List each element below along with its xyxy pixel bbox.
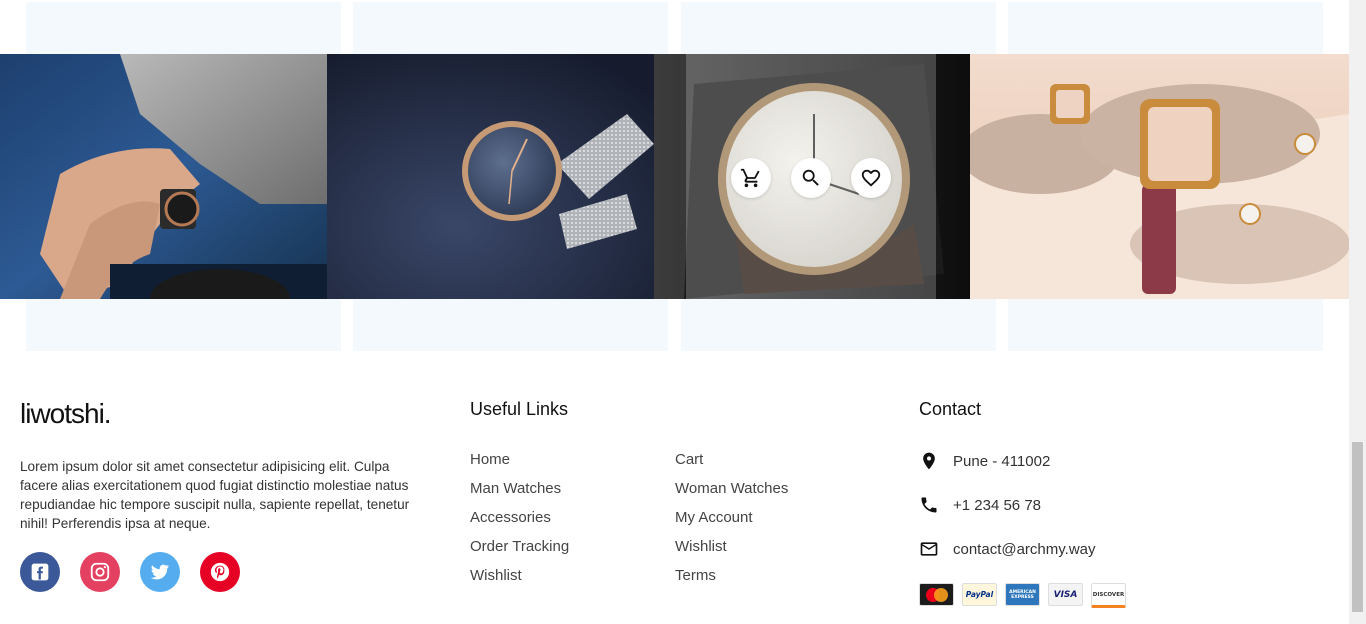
footer-link-accessories[interactable]: Accessories (470, 509, 551, 526)
footer-link-cart[interactable]: Cart (675, 451, 703, 468)
payment-methods: PayPal AMERICAN EXPRESS VISA DISCOVER (919, 583, 1126, 608)
location-pin-icon (923, 452, 935, 470)
footer-link-terms[interactable]: Terms (675, 567, 716, 584)
watch-on-wrist-photo[interactable] (0, 54, 327, 299)
watch-in-box-photo[interactable] (654, 54, 970, 299)
cart-icon (740, 168, 760, 188)
scrollbar-thumb[interactable] (1352, 442, 1363, 612)
instagram-icon (90, 562, 110, 582)
facebook-link[interactable] (20, 552, 60, 592)
paypal-icon: PayPal (962, 583, 997, 606)
add-to-cart-button[interactable] (731, 158, 771, 198)
footer-link-my-account[interactable]: My Account (675, 509, 753, 526)
product-card-bg (681, 299, 996, 351)
list-item: Wishlist (675, 537, 788, 566)
contact-phone: +1 234 56 78 (919, 495, 1041, 515)
twitter-icon (150, 564, 170, 580)
instagram-gallery (0, 54, 1349, 299)
list-item: Man Watches (470, 479, 569, 508)
product-card-bg (26, 299, 341, 351)
footer-link-order-tracking[interactable]: Order Tracking (470, 538, 569, 555)
useful-links-title: Useful Links (470, 399, 569, 419)
product-card-bg (1008, 2, 1323, 54)
footer-link-wishlist[interactable]: Wishlist (470, 567, 522, 584)
pinterest-icon (210, 562, 230, 582)
product-card-bg (353, 2, 668, 54)
useful-links-col2: Cart Woman Watches My Account Wishlist T… (675, 450, 788, 595)
mail-icon (920, 542, 938, 556)
twitter-link[interactable] (140, 552, 180, 592)
page-scrollbar[interactable] (1349, 0, 1366, 624)
silver-mesh-watch-photo[interactable] (327, 54, 654, 299)
contact-email: contact@archmy.way (919, 539, 1096, 559)
footer-link-home[interactable]: Home (470, 451, 510, 468)
heart-icon (861, 169, 881, 187)
rose-gold-watches-display-photo[interactable] (970, 54, 1349, 299)
useful-links-col1: Home Man Watches Accessories Order Track… (470, 450, 569, 595)
discover-icon: DISCOVER (1091, 583, 1126, 608)
list-item: Accessories (470, 508, 569, 537)
visa-icon: VISA (1048, 583, 1083, 606)
list-item: Terms (675, 566, 788, 595)
product-card-bg (681, 2, 996, 54)
phone-text[interactable]: +1 234 56 78 (953, 497, 1041, 514)
footer-link-wishlist-2[interactable]: Wishlist (675, 538, 727, 555)
contact-title: Contact (919, 399, 982, 419)
mastercard-icon (919, 583, 954, 606)
list-item: Cart (675, 450, 788, 479)
footer-link-woman-watches[interactable]: Woman Watches (675, 480, 788, 497)
product-card-bg (353, 299, 668, 351)
list-item: Home (470, 450, 569, 479)
pinterest-link[interactable] (200, 552, 240, 592)
search-icon (802, 169, 819, 186)
list-item: Wishlist (470, 566, 569, 595)
site-footer: liwotshi. Lorem ipsum dolor sit amet con… (0, 352, 1349, 624)
email-text[interactable]: contact@archmy.way (953, 541, 1096, 558)
list-item: Order Tracking (470, 537, 569, 566)
quick-view-button[interactable] (791, 158, 831, 198)
instagram-link[interactable] (80, 552, 120, 592)
add-to-wishlist-button[interactable] (851, 158, 891, 198)
amex-icon: AMERICAN EXPRESS (1005, 583, 1040, 606)
social-links (20, 552, 240, 592)
list-item: My Account (675, 508, 788, 537)
product-card-bg (26, 2, 341, 54)
facebook-icon (31, 563, 49, 581)
footer-link-man-watches[interactable]: Man Watches (470, 480, 561, 497)
address-text: Pune - 411002 (953, 452, 1051, 470)
product-actions (731, 158, 891, 198)
about-text: Lorem ipsum dolor sit amet consectetur a… (20, 459, 410, 531)
list-item: Woman Watches (675, 479, 788, 508)
phone-icon (921, 497, 937, 513)
contact-address: Pune - 411002 (919, 450, 1050, 472)
brand-logo[interactable]: liwotshi. (20, 398, 112, 430)
product-card-bg (1008, 299, 1323, 351)
